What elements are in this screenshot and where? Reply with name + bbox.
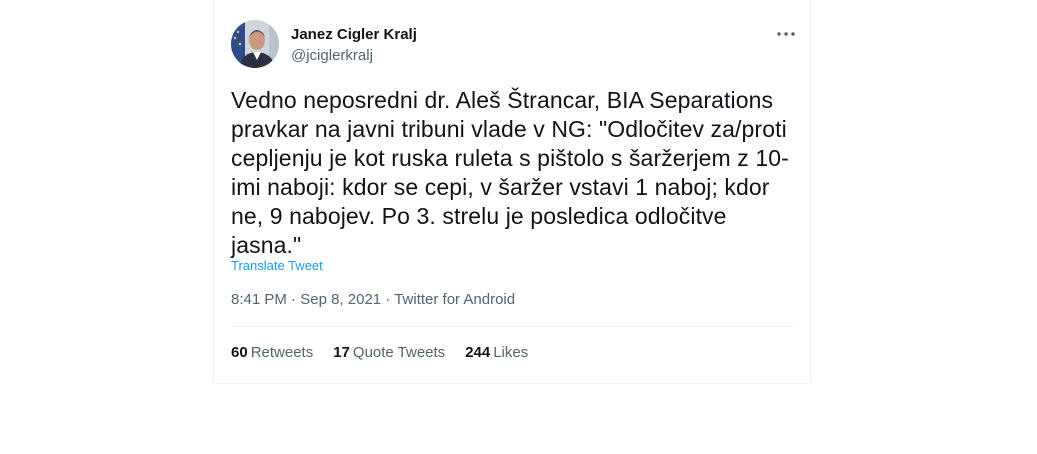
- meta-separator: ·: [291, 291, 297, 308]
- meta-separator: ·: [385, 291, 391, 308]
- retweets-stat[interactable]: 60 Retweets: [231, 344, 313, 361]
- tweet-text: Vedno neposredni dr. Aleš Štrancar, BIA …: [231, 87, 789, 258]
- avatar-image: [231, 20, 279, 68]
- tweet-stats: 60 Retweets 17 Quote Tweets 244 Likes: [231, 344, 528, 361]
- more-horizontal-icon: [777, 32, 795, 36]
- retweets-count: 60: [231, 344, 248, 361]
- quote-tweets-label: Quote Tweets: [352, 344, 446, 361]
- author-name[interactable]: Janez Cigler Kralj: [291, 26, 417, 43]
- tweet-card: Janez Cigler Kralj @jciglerkralj Vedno n…: [213, 0, 811, 384]
- tweet-time[interactable]: 8:41 PM: [231, 291, 287, 308]
- quote-tweets-count: 17: [333, 344, 350, 361]
- likes-count: 244: [465, 344, 491, 361]
- quote-tweets-stat[interactable]: 17 Quote Tweets: [333, 344, 445, 361]
- tweet-date[interactable]: Sep 8, 2021: [300, 291, 381, 308]
- author-handle[interactable]: @jciglerkralj: [291, 47, 373, 64]
- tweet-meta: 8:41 PM · Sep 8, 2021 · Twitter for Andr…: [231, 291, 515, 308]
- divider: [231, 326, 794, 327]
- likes-label: Likes: [493, 344, 529, 361]
- tweet-source[interactable]: Twitter for Android: [394, 291, 515, 308]
- more-button[interactable]: [774, 24, 798, 44]
- translate-tweet-link[interactable]: Translate Tweet: [231, 258, 323, 273]
- retweets-label: Retweets: [250, 344, 314, 361]
- likes-stat[interactable]: 244 Likes: [465, 344, 528, 361]
- avatar[interactable]: [231, 20, 279, 68]
